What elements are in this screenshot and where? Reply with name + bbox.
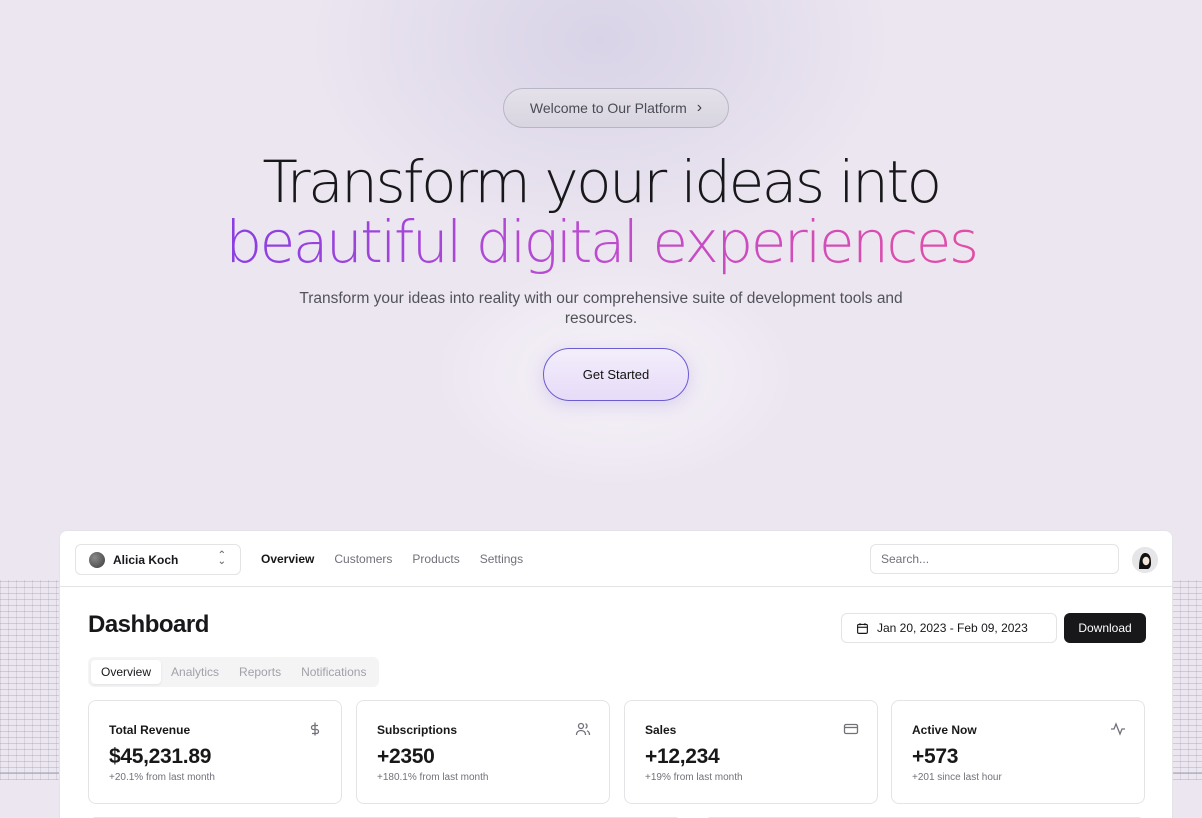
dashboard-preview: Alicia Koch ⌃ ⌄ Overview Customers Produc… [59,530,1173,818]
welcome-badge-label: Welcome to Our Platform [529,100,687,116]
team-avatar [89,551,105,568]
tab-notifications[interactable]: Notifications [291,660,376,684]
stat-value: +2350 [377,745,435,768]
chevron-right-icon: › [696,99,703,116]
welcome-badge[interactable]: Welcome to Our Platform › [503,88,729,128]
hero-subtitle: Transform your ideas into reality with o… [299,290,903,327]
stat-change: +180.1% from last month [377,772,489,783]
decorative-grid-right [1172,580,1202,780]
users-icon [575,722,591,736]
dashboard-tabs: Overview Analytics Reports Notifications [88,657,380,687]
stat-value: +12,234 [645,745,720,768]
nav-link-overview[interactable]: Overview [261,552,314,566]
tab-analytics[interactable]: Analytics [161,660,229,684]
calendar-icon [857,622,868,634]
stat-card-subscriptions: Subscriptions +2350 +180.1% from last mo… [356,700,610,804]
team-switcher[interactable]: Alicia Koch ⌃ ⌄ [75,544,241,575]
credit-card-icon [843,723,859,735]
search-input[interactable] [870,544,1119,574]
tab-reports[interactable]: Reports [229,660,291,684]
stat-change: +20.1% from last month [109,772,215,783]
chevrons-up-down-icon: ⌃ ⌄ [217,550,226,567]
download-button[interactable]: Download [1064,613,1146,643]
stat-card-active-now: Active Now +573 +201 since last hour [891,700,1145,804]
date-range-label: Jan 20, 2023 - Feb 09, 2023 [877,621,1028,635]
headline-gradient-text: beautiful digital experiences [225,208,979,276]
activity-icon [1111,722,1125,736]
stat-card-total-revenue: Total Revenue $45,231.89 +20.1% from las… [88,700,342,804]
stat-label: Total Revenue [109,723,191,737]
date-range-picker[interactable]: Jan 20, 2023 - Feb 09, 2023 [841,613,1057,643]
dashboard-topbar: Alicia Koch ⌃ ⌄ Overview Customers Produc… [60,531,1172,587]
page-title: Dashboard [88,611,209,638]
headline-line-1: Transform your ideas into [262,148,942,216]
stat-change: +201 since last hour [912,772,1002,783]
stat-change: +19% from last month [645,772,743,783]
get-started-button[interactable]: Get Started [543,348,689,401]
stat-label: Subscriptions [377,723,458,737]
stat-value: $45,231.89 [109,745,212,768]
stat-card-sales: Sales +12,234 +19% from last month [624,700,878,804]
tab-overview[interactable]: Overview [91,660,162,684]
main-nav: Overview Customers Products Settings [261,552,523,566]
stat-label: Active Now [912,723,977,737]
nav-link-settings[interactable]: Settings [480,552,523,566]
decorative-grid-left [0,580,62,780]
user-avatar[interactable] [1132,547,1158,573]
team-name: Alicia Koch [113,552,179,567]
headline-line-2: beautiful digital experiences [0,212,1202,272]
dollar-icon [310,722,320,736]
stat-value: +573 [912,745,959,768]
nav-link-products[interactable]: Products [412,552,459,566]
nav-link-customers[interactable]: Customers [334,552,392,566]
stat-label: Sales [645,723,677,737]
